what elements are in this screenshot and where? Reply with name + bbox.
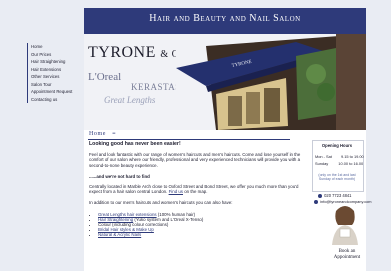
brand-name: TYRONE bbox=[88, 44, 156, 61]
location-heading: ......and we're not hard to find bbox=[89, 173, 150, 179]
phone-icon bbox=[318, 193, 322, 198]
sidebar-item-home[interactable]: Home bbox=[27, 43, 85, 51]
hours-row: Mon - Sat 9.15 to 19.00 bbox=[315, 154, 364, 159]
sidebar-item-appointment-request[interactable]: Appointment Request bbox=[27, 88, 85, 96]
email-contact[interactable]: info@tyroneandcompany.com bbox=[314, 199, 372, 204]
article: Looking good has never been easier! Feel… bbox=[89, 141, 301, 238]
email-address: info@tyroneandcompany.com bbox=[320, 199, 372, 204]
hours-time: 10.00 to 16.00 bbox=[338, 161, 364, 166]
sidebar-item-salon-tour[interactable]: Salon Tour bbox=[27, 80, 85, 88]
tab-home-label: Home bbox=[89, 131, 107, 137]
book-label-line2: Appointment bbox=[333, 254, 361, 260]
sidebar-item-hair-extensions[interactable]: Hair Extensions bbox=[27, 65, 85, 73]
loreal-logo: L'Oreal bbox=[88, 71, 122, 83]
hours-row: Sunday 10.00 to 16.00 bbox=[315, 161, 363, 166]
hours-note: (only on the 1st and last Sunday of each… bbox=[318, 173, 356, 181]
nails-link[interactable]: Natural & Acrylic Nails bbox=[98, 232, 141, 237]
page-heading: Looking good has never been easier! bbox=[89, 141, 181, 147]
sidebar-nav: Home Our Prices Hair Straightening Hair … bbox=[27, 43, 85, 103]
great-lengths-logo: Great Lengths bbox=[104, 95, 156, 105]
salon-shopfront-image: TYRONE bbox=[176, 34, 366, 130]
tab-home[interactable]: Home ≡ bbox=[89, 131, 116, 137]
find-us-link[interactable]: Find us bbox=[169, 189, 183, 194]
hours-days: Mon - Sat bbox=[315, 154, 332, 159]
sidebar-item-hair-straightening[interactable]: Hair Straightening bbox=[27, 58, 85, 66]
sidebar-item-our-prices[interactable]: Our Prices bbox=[27, 50, 85, 58]
services-list: Great Lengths hair extensions (100% huma… bbox=[89, 212, 301, 238]
sidebar-item-contacting-us[interactable]: Contacting us bbox=[27, 95, 85, 103]
tab-underline bbox=[88, 139, 290, 140]
services-intro: In addition to our men's haircuts and wo… bbox=[89, 200, 233, 206]
list-item: Natural & Acrylic Nails bbox=[98, 232, 301, 237]
email-icon bbox=[314, 199, 318, 204]
page: Hair and Beauty and Nail Salon TYRONE & … bbox=[0, 0, 391, 271]
opening-hours-title: Opening Hours bbox=[321, 143, 353, 148]
location-paragraph: Centrally located in Marble Arch close t… bbox=[89, 184, 301, 194]
hours-days: Sunday bbox=[315, 161, 329, 166]
sidebar-item-other-services[interactable]: Other Services bbox=[27, 73, 85, 81]
phone-number: 020 7723 4841 bbox=[324, 193, 352, 198]
phone-contact: 020 7723 4841 bbox=[318, 193, 351, 198]
hours-time: 9.15 to 19.00 bbox=[340, 154, 364, 159]
site-title: Hair and Beauty and Nail Salon bbox=[149, 13, 301, 24]
intro-paragraph: Feel and look fantastic with our range o… bbox=[89, 152, 301, 168]
book-appointment-label[interactable]: Book an Appointment bbox=[330, 249, 364, 260]
divider-icon: ≡ bbox=[112, 131, 117, 137]
location-text-end: on the map. bbox=[184, 189, 208, 195]
